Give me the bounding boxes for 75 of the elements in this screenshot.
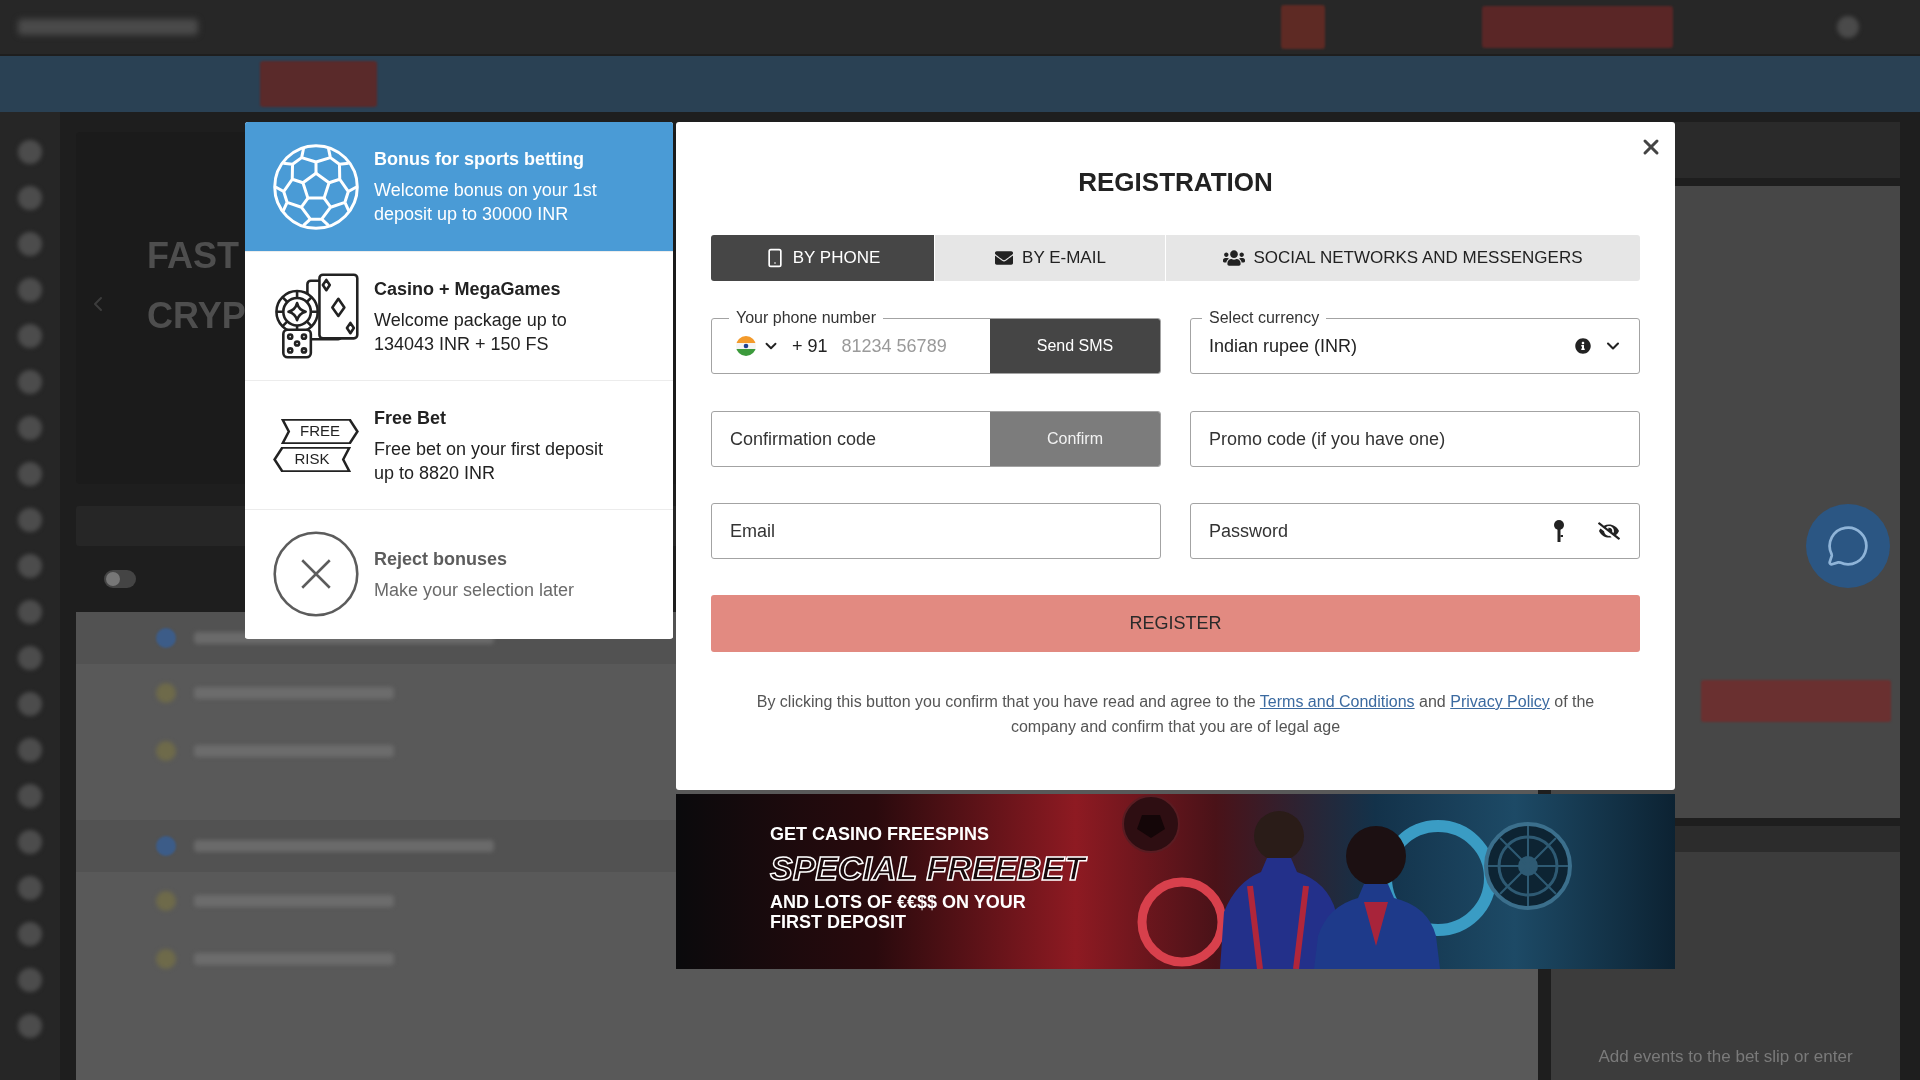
sidebar-icon[interactable] <box>18 186 42 210</box>
sidebar-icon[interactable] <box>18 508 42 532</box>
bonus-description: Welcome package up to 134043 INR + 150 FS <box>374 308 568 356</box>
dial-code: + 91 <box>792 334 828 358</box>
tab[interactable]: BY PHONE <box>711 235 934 281</box>
sidebar-icon[interactable] <box>18 784 42 808</box>
bonus-title: Free Bet <box>374 406 448 430</box>
field-label: Select currency <box>1208 308 1321 328</box>
ribbon-tag: FREE <box>281 418 359 444</box>
sidebar-icon[interactable] <box>18 324 42 348</box>
bonus-description: Make your selection later <box>374 578 576 602</box>
blurred-icon <box>156 628 176 648</box>
bonus-option[interactable]: Reject bonuses Make your selection later <box>245 509 673 638</box>
consent-text: By clicking this button you confirm that you have read and agree to the Terms and Conditions and Privacy Policy of the company and confirm that you are of legal age <box>755 692 1596 737</box>
sidebar-icon[interactable] <box>18 1014 42 1038</box>
users-icon <box>1223 248 1246 268</box>
sidebar-icon[interactable] <box>18 692 42 716</box>
speech-bubble-icon <box>1826 524 1870 568</box>
sidebar-icon[interactable] <box>18 140 42 164</box>
envelope-icon <box>994 249 1015 267</box>
tab[interactable]: BY E-MAIL <box>935 235 1165 281</box>
flag-icon <box>736 336 756 356</box>
show-password-button[interactable] <box>1598 520 1620 542</box>
bet-slip-hint: Add events to the bet slip or enter <box>1598 1046 1853 1068</box>
phone-number-input[interactable]: 81234 56789 <box>841 331 990 361</box>
bonus-title: Casino + MegaGames <box>374 277 562 301</box>
blurred-button[interactable] <box>1701 680 1891 722</box>
field-label: Your phone number <box>735 308 877 328</box>
sidebar-icon[interactable] <box>18 968 42 992</box>
send-sms-button[interactable]: Send SMS <box>990 319 1160 373</box>
bonus-title: Reject bonuses <box>374 547 509 571</box>
currency-select[interactable]: Select currency Indian rupee (INR) <box>1190 308 1640 374</box>
roulette-wheel-icon <box>1484 822 1572 910</box>
sidebar-icon[interactable] <box>18 600 42 624</box>
bonus-description: Welcome bonus on your 1st deposit up to 30000 INR <box>374 179 598 226</box>
password-input[interactable]: Password <box>1209 516 1554 546</box>
blurred-icon <box>156 836 176 856</box>
phone-field[interactable]: Your phone number + 91 81234 56789 Send SMS <box>711 308 1161 374</box>
tab[interactable]: SOCIAL NETWORKS AND MESSENGERS <box>1166 235 1640 281</box>
toggle-switch[interactable] <box>104 570 136 588</box>
info-icon <box>1575 338 1591 354</box>
confirmation-code-input[interactable]: Confirmation code <box>730 424 990 454</box>
banner-subline: AND LOTS OF €€$$ ON YOUR FIRST DEPOSIT <box>770 892 1027 932</box>
key-icon <box>1554 520 1564 542</box>
soccer-ball-icon <box>1122 795 1180 853</box>
bonus-description: Free bet on your first deposit up to 8820 INR <box>374 437 605 485</box>
email-field[interactable]: Email <box>711 503 1161 559</box>
policy-link[interactable]: Privacy Policy <box>1450 693 1550 710</box>
sidebar-icon[interactable] <box>18 876 42 900</box>
sidebar-icon[interactable] <box>18 830 42 854</box>
sidebar-icon[interactable] <box>18 646 42 670</box>
blurred-button[interactable] <box>1482 6 1673 48</box>
sidebar-icon[interactable] <box>18 462 42 486</box>
sidebar-icon[interactable] <box>18 922 42 946</box>
sidebar-icon[interactable] <box>18 278 42 302</box>
sidebar-icon[interactable] <box>18 738 42 762</box>
sidebar-icon[interactable] <box>18 370 42 394</box>
dialog-title: REGISTRATION <box>1078 167 1273 197</box>
policy-link[interactable]: Terms and Conditions <box>1259 693 1415 710</box>
circled-x-icon <box>273 531 359 617</box>
blurred-button[interactable] <box>1281 5 1325 49</box>
blurred-tab[interactable] <box>260 61 377 107</box>
blurred-icon[interactable] <box>1837 16 1859 38</box>
password-field[interactable]: Password <box>1190 503 1640 559</box>
sidebar-icon[interactable] <box>18 554 42 578</box>
promo-code-field[interactable]: Promo code (if you have one) <box>1190 411 1640 467</box>
banner-kicker: GET CASINO FREESPINS <box>770 824 990 844</box>
cards-chip-dice-icon <box>273 273 359 359</box>
sidebar-icon[interactable] <box>18 416 42 440</box>
bonus-title: Bonus for sports betting <box>374 148 585 171</box>
sidebar-icon[interactable] <box>18 232 42 256</box>
soccer-ball-icon <box>273 143 359 230</box>
select-value: Indian rupee (INR) <box>1209 334 1359 358</box>
ribbon-tag: RISK <box>273 446 351 472</box>
eye-slash-icon <box>1598 522 1620 540</box>
